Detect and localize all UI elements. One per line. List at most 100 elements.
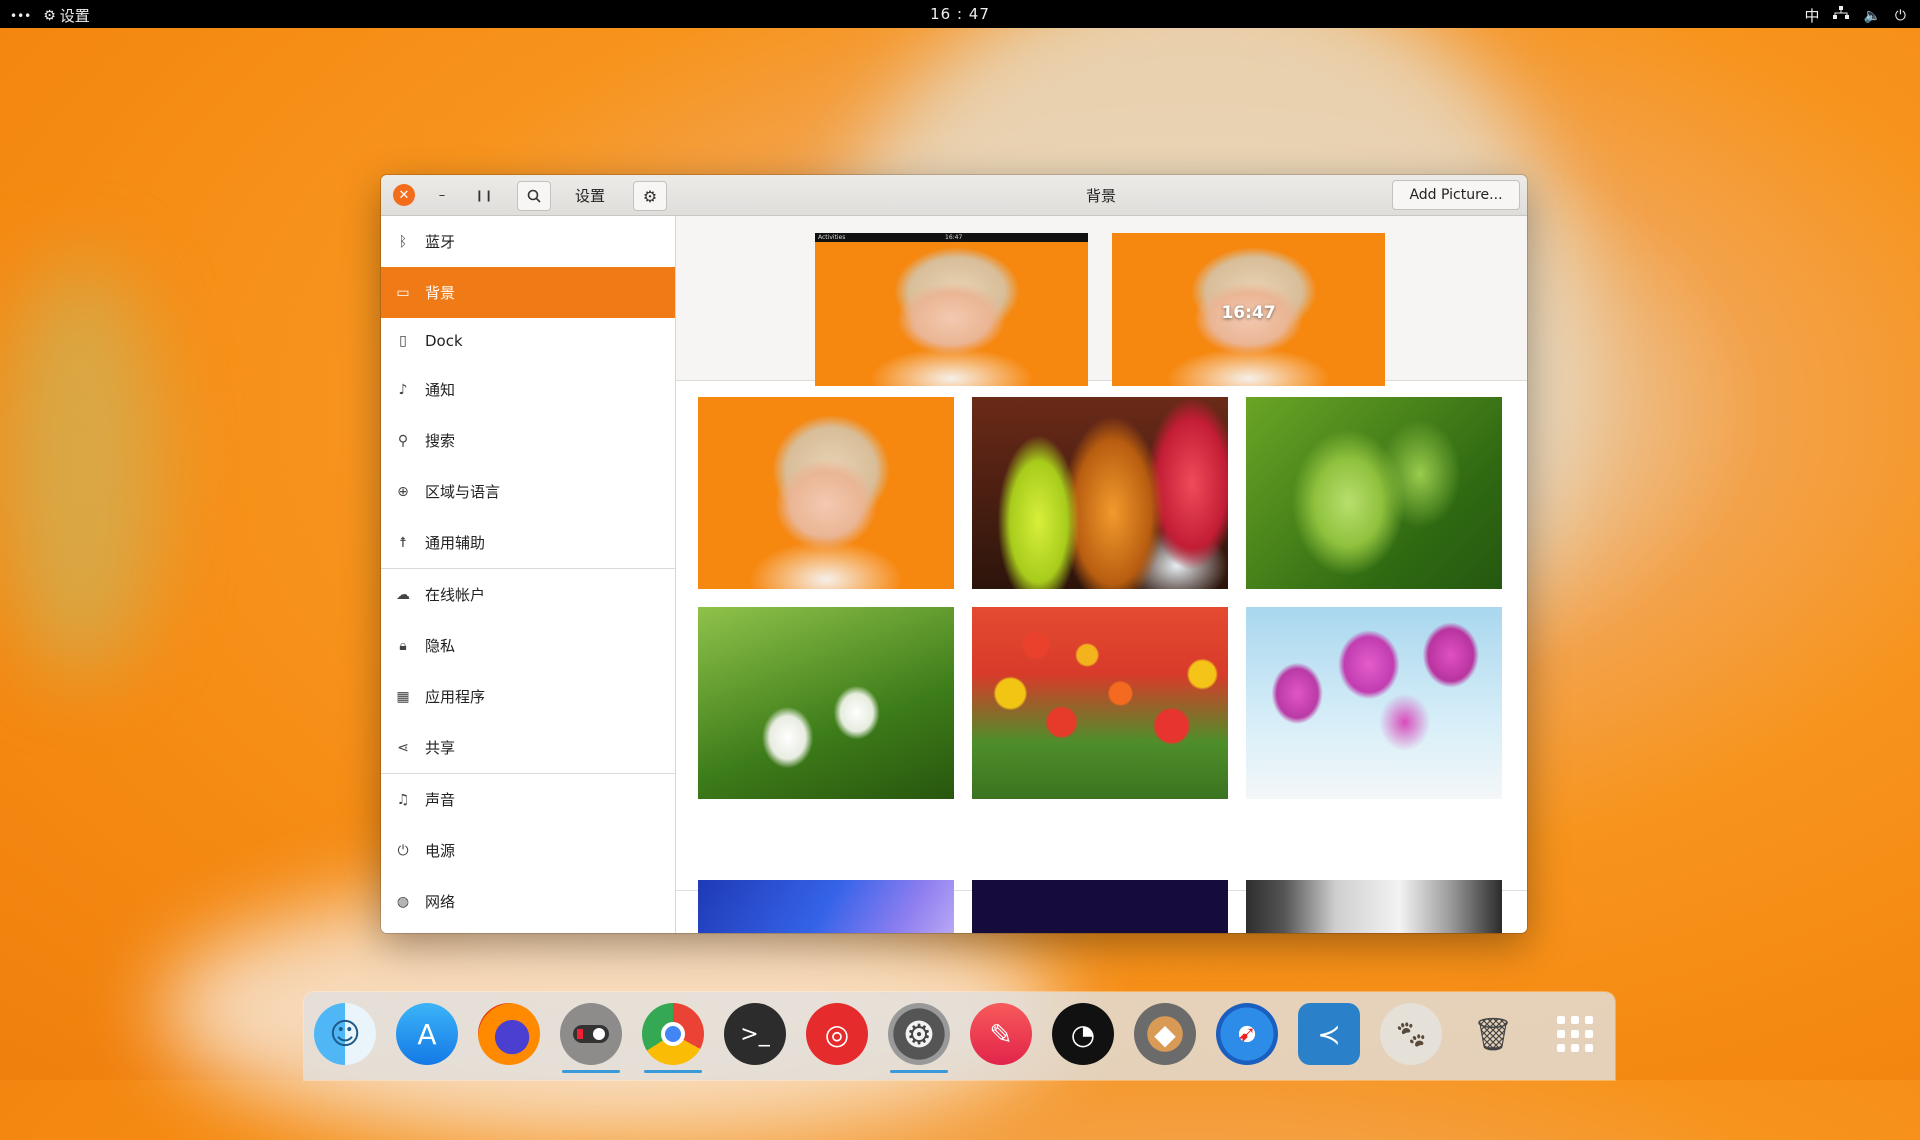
display-icon: ▭	[396, 284, 410, 301]
running-indicator	[644, 1070, 702, 1073]
preview-clock: 16:47	[945, 234, 963, 241]
sidebar-item-notifications[interactable]: ♪ 通知	[381, 364, 675, 415]
sidebar-item-label: 通用辅助	[425, 534, 486, 552]
network-icon: ◍	[396, 893, 410, 910]
dock-icon: ▯	[399, 333, 407, 349]
lock-icon: 🔒︎	[399, 637, 407, 654]
bluetooth-icon: ᛒ	[398, 233, 408, 250]
sidebar-item-label: 区域与语言	[425, 483, 501, 501]
minimize-icon: –	[438, 187, 446, 203]
sidebar-item-region[interactable]: ⊕ 区域与语言	[381, 466, 675, 517]
sidebar-item-dock[interactable]: ▯ Dock	[381, 318, 675, 364]
search-icon: ⚲	[397, 432, 409, 449]
app-grid-icon[interactable]	[1544, 1003, 1606, 1065]
safari-icon[interactable]: ➹	[1216, 1003, 1278, 1065]
menu-button[interactable]: ⚙	[633, 181, 667, 211]
lock-screen-preview[interactable]: 16:47	[1112, 233, 1385, 386]
sidebar: ᛒ 蓝牙 ▭ 背景 ▯ Dock ♪ 通知 ⚲ 搜索 ⊕ 区域与语言 ☨ 通用辅助 ☁ 在线帐户…	[381, 216, 676, 933]
close-icon: ✕	[398, 187, 410, 203]
sidebar-item-label: Dock	[425, 332, 463, 350]
dock: ☺ A >_ ◎ ⚙ ✎ ◔ ◆ ➹ ≺ 🐾︎ 🗑︎	[304, 992, 1615, 1080]
bell-icon: ♪	[398, 381, 408, 398]
power-icon[interactable]: ⏻	[1895, 7, 1906, 25]
globe-icon: ⊕	[397, 483, 409, 500]
sidebar-item-online-accounts[interactable]: ☁ 在线帐户	[381, 569, 675, 620]
sidebar-item-label: 声音	[425, 791, 456, 809]
app-store-icon[interactable]: A	[396, 1003, 458, 1065]
running-indicator	[562, 1070, 620, 1073]
preview-top-bar: Activities 16:47	[815, 233, 1088, 242]
maximize-button[interactable]: ❙❙	[473, 184, 495, 206]
top-bar: ••• ⚙ 设置 16 : 47 中 🔈 ⏻	[0, 0, 1920, 28]
sidebar-item-sound[interactable]: ♫ 声音	[381, 774, 675, 825]
netease-music-icon[interactable]: ◎	[806, 1003, 868, 1065]
trash-icon[interactable]: 🗑︎	[1462, 1003, 1524, 1065]
sidebar-item-label: 搜索	[425, 432, 456, 450]
share-icon: ⋖	[397, 739, 409, 756]
sidebar-item-label: 网络	[425, 893, 456, 911]
volume-icon[interactable]: 🔈	[1863, 7, 1880, 25]
preview-activities-label: Activities	[818, 234, 846, 241]
settings-window: ✕ – ❙❙ 设置 ⚙ 背景 Add Picture... ᛒ 蓝牙 ▭ 背景 ▯ D…	[381, 175, 1527, 933]
apps-icon: ▦	[396, 688, 410, 705]
wallpaper-thumbnail[interactable]	[698, 397, 954, 589]
vscode-icon[interactable]: ≺	[1298, 1003, 1360, 1065]
header-bar: ✕ – ❙❙ 设置 ⚙ 背景 Add Picture...	[381, 175, 1527, 216]
sidebar-item-label: 共享	[425, 739, 456, 757]
window-title: 设置	[575, 187, 606, 205]
gear-icon: ⚙	[642, 186, 658, 206]
wallpaper-thumbnail[interactable]	[1246, 397, 1502, 589]
sidebar-item-label: 隐私	[425, 637, 456, 655]
desktop-background-preview[interactable]: Activities 16:47	[815, 233, 1088, 386]
toggle-app-icon[interactable]	[560, 1003, 622, 1065]
pen-app-icon[interactable]: ✎	[970, 1003, 1032, 1065]
sidebar-item-search[interactable]: ⚲ 搜索	[381, 415, 675, 466]
running-indicator	[890, 1070, 948, 1073]
obs-icon[interactable]: ◔	[1052, 1003, 1114, 1065]
wallpaper-thumbnail[interactable]	[972, 607, 1228, 799]
network-icon[interactable]	[1833, 6, 1850, 25]
sidebar-item-sharing[interactable]: ⋖ 共享	[381, 722, 675, 773]
accessibility-icon: ☨	[399, 534, 407, 551]
background-panel: Activities 16:47 16:47	[676, 216, 1527, 933]
sidebar-item-label: 应用程序	[425, 688, 486, 706]
preview-area: Activities 16:47 16:47	[676, 216, 1527, 386]
power-icon: ⏻	[397, 842, 409, 859]
wallpaper-thumbnail[interactable]	[1246, 607, 1502, 799]
sidebar-item-power[interactable]: ⏻ 电源	[381, 825, 675, 876]
maximize-icon: ❙❙	[474, 188, 494, 202]
music-icon: ♫	[396, 791, 410, 808]
minimize-button[interactable]: –	[431, 184, 453, 206]
finder-icon[interactable]: ☺	[314, 1003, 376, 1065]
input-method-indicator[interactable]: 中	[1804, 5, 1819, 26]
sidebar-item-label: 电源	[425, 842, 456, 860]
sidebar-item-bluetooth[interactable]: ᛒ 蓝牙	[381, 216, 675, 267]
search-button[interactable]	[517, 181, 551, 211]
sidebar-item-label: 背景	[425, 284, 456, 302]
wallpaper-thumbnail[interactable]	[972, 880, 1228, 933]
package-icon[interactable]: ◆	[1134, 1003, 1196, 1065]
sidebar-item-label: 通知	[425, 381, 456, 399]
sidebar-item-label: 在线帐户	[425, 586, 486, 604]
sidebar-item-applications[interactable]: ▦ 应用程序	[381, 671, 675, 722]
lock-screen-clock: 16:47	[1221, 303, 1276, 323]
system-settings-icon[interactable]: ⚙	[888, 1003, 950, 1065]
cloud-icon: ☁	[396, 586, 410, 603]
firefox-icon[interactable]	[478, 1003, 540, 1065]
gimp-icon[interactable]: 🐾︎	[1380, 1003, 1442, 1065]
wallpaper-thumbnail[interactable]	[698, 607, 954, 799]
sidebar-item-background[interactable]: ▭ 背景	[381, 267, 675, 318]
sidebar-item-network[interactable]: ◍ 网络	[381, 876, 675, 927]
terminal-icon[interactable]: >_	[724, 1003, 786, 1065]
search-icon	[527, 189, 541, 203]
clock[interactable]: 16 : 47	[0, 5, 1920, 23]
wallpaper-thumbnail[interactable]	[698, 880, 954, 933]
close-button[interactable]: ✕	[393, 184, 415, 206]
wallpaper-thumbnail[interactable]	[1246, 880, 1502, 933]
sidebar-item-privacy[interactable]: 🔒︎ 隐私	[381, 620, 675, 671]
add-picture-button[interactable]: Add Picture...	[1392, 180, 1520, 210]
chrome-icon[interactable]	[642, 1003, 704, 1065]
wallpaper-thumbnail[interactable]	[972, 397, 1228, 589]
sidebar-item-accessibility[interactable]: ☨ 通用辅助	[381, 517, 675, 568]
sidebar-item-label: 蓝牙	[425, 233, 456, 251]
